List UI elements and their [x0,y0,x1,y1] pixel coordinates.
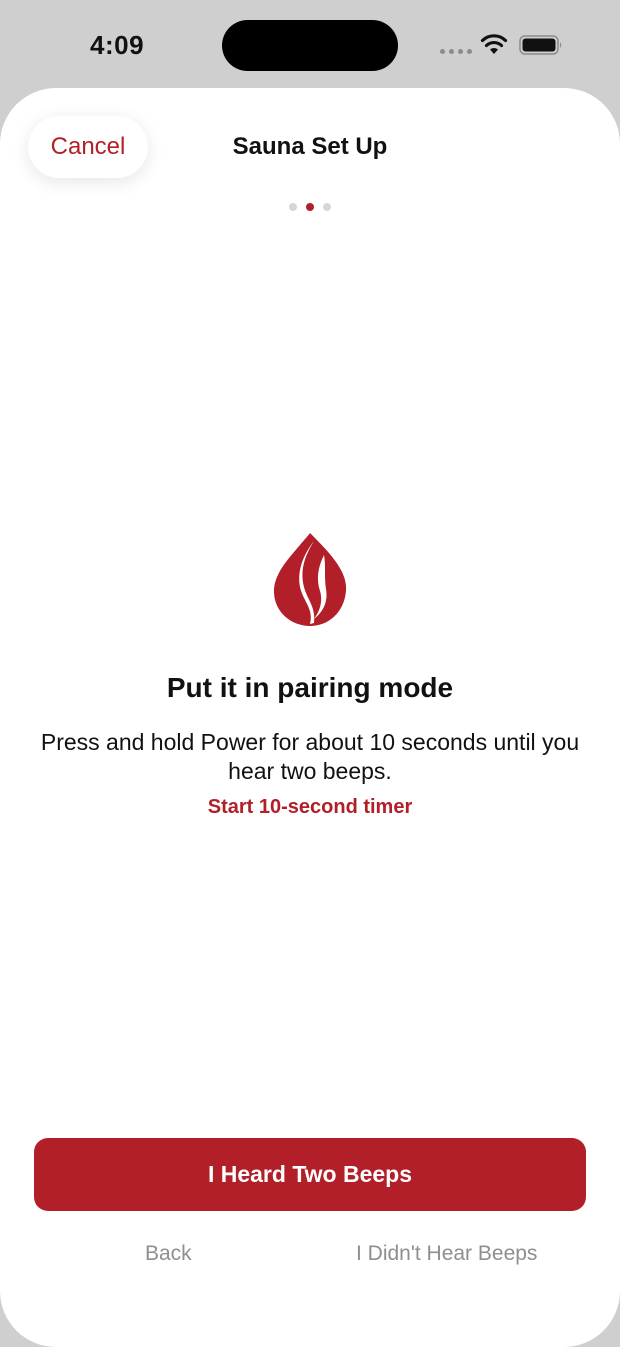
didnt-hear-beeps-button[interactable]: I Didn't Hear Beeps [356,1242,537,1266]
step-heading: Put it in pairing mode [166,672,454,703]
signal-dots-icon [440,49,472,54]
heard-two-beeps-button[interactable]: I Heard Two Beeps [34,1138,586,1211]
step-description: Press and hold Power for about 10 second… [40,729,580,784]
page-dot-1 [289,203,297,211]
dynamic-island [222,20,398,71]
wifi-icon [480,34,508,54]
start-timer-link[interactable]: Start 10-second timer [0,796,620,819]
setup-sheet: Cancel Sauna Set Up Put it in pairing mo… [0,88,620,1347]
status-bar: 4:09 [0,0,620,88]
page-indicator [0,203,620,211]
page-dot-2-active [306,203,314,211]
sheet-title: Sauna Set Up [232,133,388,160]
back-button[interactable]: Back [145,1242,192,1266]
flame-icon [273,533,347,626]
battery-icon [519,35,562,55]
status-time: 4:09 [90,30,145,60]
page-dot-3 [323,203,331,211]
